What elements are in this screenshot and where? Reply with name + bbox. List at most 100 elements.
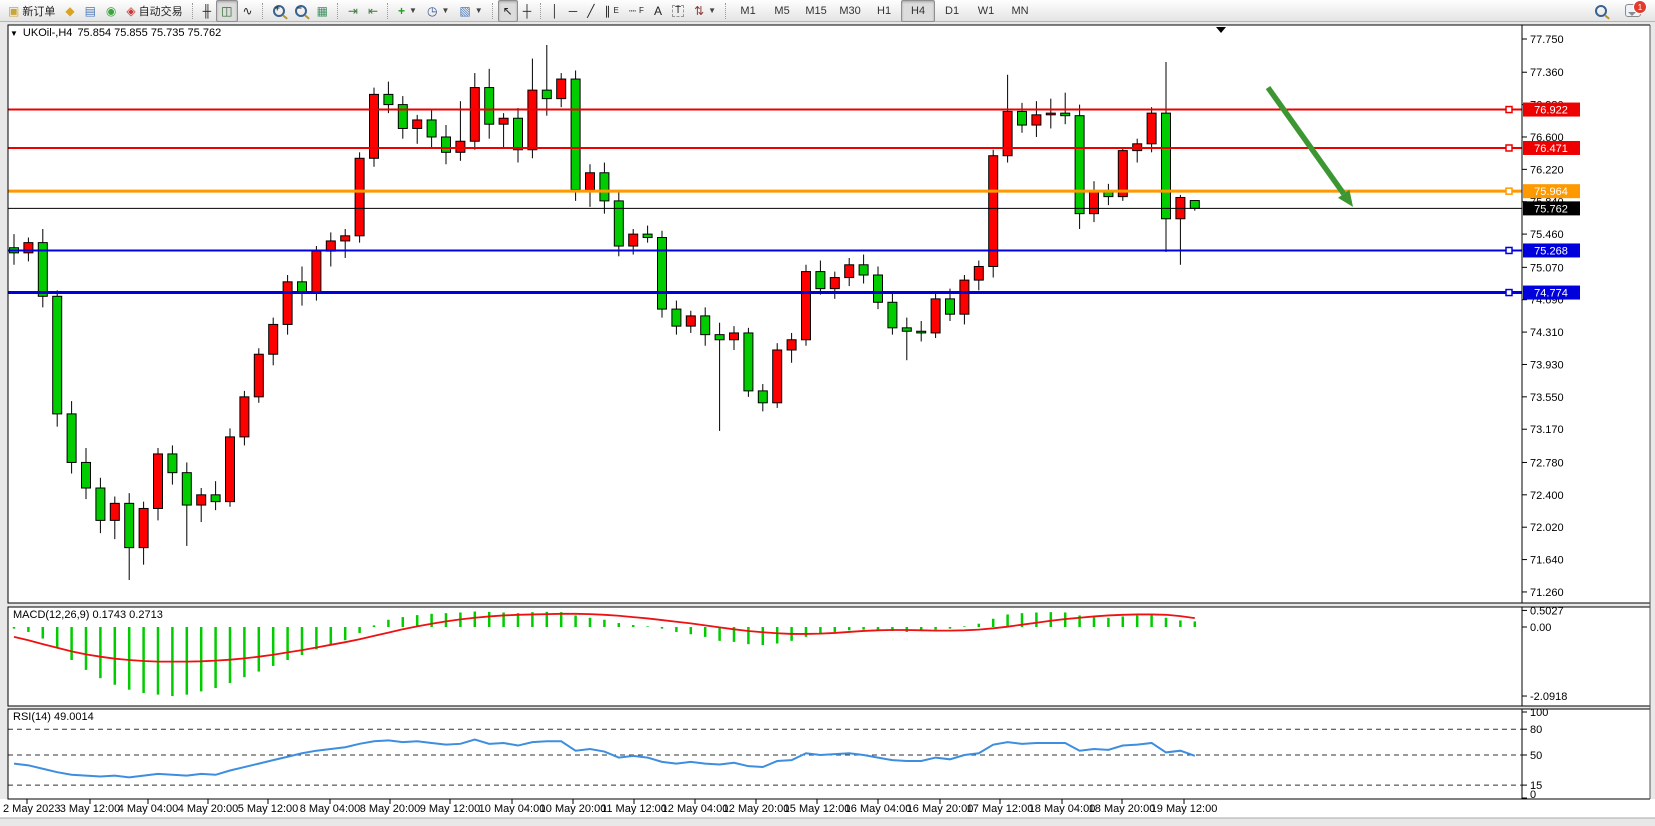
date-tick-label: 2 May 2023 bbox=[3, 803, 60, 815]
rsi-scale-label: 80 bbox=[1530, 724, 1542, 736]
crosshair-icon: ┼ bbox=[523, 5, 532, 17]
date-tick-label: 4 May 04:00 bbox=[118, 803, 179, 815]
toolbar-separator bbox=[540, 3, 542, 19]
timeframe-button-m15[interactable]: M15 bbox=[799, 0, 833, 22]
horizontal-line-icon: ─ bbox=[569, 5, 578, 17]
timeframe-button-d1[interactable]: D1 bbox=[935, 0, 969, 22]
candle-body bbox=[773, 350, 782, 403]
candle-body bbox=[1075, 116, 1084, 214]
horizontal-line-button[interactable]: ─ bbox=[564, 0, 583, 22]
date-tick-label: 18 May 20:00 bbox=[1089, 803, 1156, 815]
date-tick-label: 4 May 20:00 bbox=[178, 803, 239, 815]
level-line-handle[interactable] bbox=[1506, 107, 1512, 113]
auto-trading-button[interactable]: ◈ 自动交易 bbox=[121, 0, 187, 22]
candle-body bbox=[888, 302, 897, 328]
price-badge-label: 75.964 bbox=[1534, 186, 1568, 198]
crosshair-button[interactable]: ┼ bbox=[518, 0, 537, 22]
channel-button[interactable]: ∥E bbox=[599, 0, 623, 22]
price-tick-label: 77.360 bbox=[1530, 67, 1564, 79]
bar-chart-button[interactable]: ╫ bbox=[198, 0, 217, 22]
arrows-button[interactable]: ⇅▼ bbox=[689, 0, 721, 22]
new-order-button[interactable]: ▣ 新订单 bbox=[3, 0, 60, 22]
zoom-in-icon: + bbox=[273, 5, 285, 17]
candle-body bbox=[312, 251, 321, 292]
candle-body bbox=[586, 173, 595, 190]
new-order-icon: ▣ bbox=[8, 5, 19, 17]
symbol-period: UKOil-,H4 bbox=[23, 27, 73, 39]
notifications-button[interactable]: 1 bbox=[1620, 0, 1646, 22]
add-indicator-button[interactable]: +▼ bbox=[393, 0, 422, 22]
window-menu-icon[interactable]: ▼ bbox=[10, 29, 18, 38]
candle-body bbox=[470, 88, 479, 142]
zoom-in-button[interactable]: + bbox=[268, 0, 290, 22]
price-badge-label: 76.471 bbox=[1534, 143, 1568, 155]
candle-body bbox=[874, 275, 883, 302]
zoom-out-icon: − bbox=[295, 5, 307, 17]
cursor-button[interactable]: ↖ bbox=[498, 0, 518, 22]
candle-body bbox=[1147, 113, 1156, 144]
timeframe-button-mn[interactable]: MN bbox=[1003, 0, 1037, 22]
rsi-scale-label: 0 bbox=[1530, 789, 1536, 801]
candle-body bbox=[946, 299, 955, 314]
search-button[interactable] bbox=[1590, 0, 1612, 22]
chart-shift-button[interactable]: ⇤ bbox=[363, 0, 383, 22]
level-line-handle[interactable] bbox=[1506, 188, 1512, 194]
candle-body bbox=[499, 118, 508, 124]
candle-body bbox=[269, 324, 278, 354]
channel-icon: ∥ bbox=[604, 5, 610, 17]
text-icon: A bbox=[654, 5, 662, 17]
date-tick-label: 12 May 20:00 bbox=[723, 803, 790, 815]
price-tick-label: 77.750 bbox=[1530, 34, 1564, 46]
data-window-button[interactable]: ▤ bbox=[80, 0, 101, 22]
timeframe-button-m5[interactable]: M5 bbox=[765, 0, 799, 22]
toolbar-separator bbox=[492, 3, 494, 19]
candle-body bbox=[456, 141, 465, 152]
timeframe-button-h1[interactable]: H1 bbox=[867, 0, 901, 22]
zoom-out-button[interactable]: − bbox=[290, 0, 312, 22]
candle-body bbox=[787, 340, 796, 350]
candle-body bbox=[485, 88, 494, 125]
template-button[interactable]: ▧▼ bbox=[454, 0, 487, 22]
level-line-handle[interactable] bbox=[1506, 247, 1512, 253]
candle-body bbox=[715, 335, 724, 340]
candle-body bbox=[211, 495, 220, 502]
timeframe-button-m30[interactable]: M30 bbox=[833, 0, 867, 22]
candle-body bbox=[240, 397, 249, 437]
chart-shift-icon: ⇤ bbox=[368, 5, 378, 17]
timeframe-button-w1[interactable]: W1 bbox=[969, 0, 1003, 22]
price-tick-label: 73.170 bbox=[1530, 424, 1564, 436]
timeframe-button-m1[interactable]: M1 bbox=[731, 0, 765, 22]
market-watch-button[interactable]: ◆ bbox=[60, 0, 79, 22]
candle-body bbox=[254, 354, 263, 397]
rsi-scale-label: 100 bbox=[1530, 707, 1548, 719]
auto-scroll-button[interactable]: ⇥ bbox=[343, 0, 363, 22]
price-tick-label: 73.930 bbox=[1530, 359, 1564, 371]
price-tick-label: 76.220 bbox=[1530, 164, 1564, 176]
candle-body bbox=[960, 280, 969, 314]
tile-windows-button[interactable]: ▦ bbox=[312, 0, 333, 22]
navigator-button[interactable]: ◉ bbox=[101, 0, 121, 22]
candlestick-chart-button[interactable]: ◫ bbox=[216, 0, 237, 22]
level-line-handle[interactable] bbox=[1506, 145, 1512, 151]
candle-body bbox=[1032, 115, 1041, 125]
rsi-scale-label: 50 bbox=[1530, 750, 1542, 762]
timeframe-button-h4[interactable]: H4 bbox=[901, 0, 935, 22]
fibonacci-button[interactable]: ┈F bbox=[624, 0, 649, 22]
text-button[interactable]: A bbox=[649, 0, 667, 22]
fibo-glyph: F bbox=[639, 6, 644, 15]
cursor-icon: ↖ bbox=[503, 5, 513, 17]
vertical-line-button[interactable]: │ bbox=[546, 0, 564, 22]
price-tick-label: 71.260 bbox=[1530, 587, 1564, 599]
line-chart-button[interactable]: ∿ bbox=[238, 0, 258, 22]
macd-scale-label: -2.0918 bbox=[1530, 691, 1567, 703]
date-tick-label: 10 May 04:00 bbox=[479, 803, 546, 815]
macd-scale-label: 0.5027 bbox=[1530, 605, 1564, 617]
candle-body bbox=[154, 454, 163, 509]
chart-canvas[interactable]: 77.75077.36076.98076.60076.22075.84075.4… bbox=[0, 0, 1655, 826]
level-line-handle[interactable] bbox=[1506, 290, 1512, 296]
auto-scroll-icon: ⇥ bbox=[348, 5, 358, 17]
period-clock-button[interactable]: ◷▼ bbox=[422, 0, 454, 22]
text-label-button[interactable]: T bbox=[667, 0, 689, 22]
date-tick-label: 11 May 12:00 bbox=[601, 803, 667, 815]
trendline-button[interactable]: ╱ bbox=[582, 0, 599, 22]
